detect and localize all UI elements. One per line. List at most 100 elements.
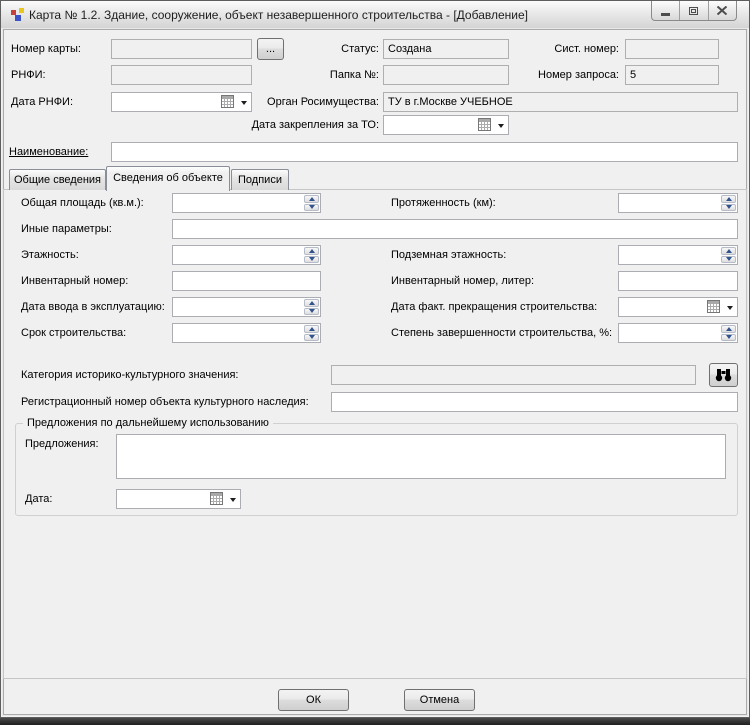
proposals-date-input[interactable]: [117, 490, 208, 508]
tab-object[interactable]: Сведения об объекте: [106, 166, 230, 191]
construction-end-date-picker[interactable]: [618, 297, 738, 317]
folder-label: Папка №:: [329, 69, 379, 81]
dropdown-arrow-icon[interactable]: [498, 124, 504, 128]
down-arrow-icon: [725, 257, 732, 262]
calendar-icon[interactable]: [210, 492, 223, 505]
proposals-textarea[interactable]: [116, 434, 726, 479]
sys-number-field: [625, 39, 719, 59]
underground-floors-input[interactable]: [618, 245, 738, 265]
completion-percent-input[interactable]: [618, 323, 738, 343]
to-date-input[interactable]: [384, 116, 476, 134]
spin-up-button[interactable]: [304, 325, 319, 333]
proposals-date-label: Дата:: [25, 493, 53, 505]
inventory-liter-label: Инвентарный номер, литер:: [391, 275, 535, 287]
name-label: Наименование:: [9, 146, 89, 158]
up-arrow-icon: [308, 300, 315, 305]
spin-up-button[interactable]: [304, 195, 319, 203]
up-arrow-icon: [725, 326, 732, 331]
other-params-field[interactable]: [172, 219, 738, 239]
spin-down-button[interactable]: [721, 333, 736, 341]
window-titlebar[interactable]: Карта № 1.2. Здание, сооружение, объект …: [1, 1, 749, 28]
minimize-icon: [661, 13, 671, 16]
floors-spinner: [172, 245, 321, 265]
spin-up-button[interactable]: [721, 195, 736, 203]
card-number-label: Номер карты:: [11, 43, 81, 55]
down-arrow-icon: [308, 309, 315, 314]
inventory-number-field[interactable]: [172, 271, 321, 291]
app-icon: [10, 7, 26, 23]
dropdown-arrow-icon[interactable]: [727, 306, 733, 310]
construction-end-date-input[interactable]: [619, 298, 705, 316]
total-area-spinner: [172, 193, 321, 213]
organ-label: Орган Росимущества:: [267, 96, 379, 108]
spin-up-button[interactable]: [304, 247, 319, 255]
completion-percent-spinner: [618, 323, 738, 343]
extent-input[interactable]: [618, 193, 738, 213]
dropdown-arrow-icon[interactable]: [230, 498, 236, 502]
proposals-group-title: Предложения по дальнейшему использованию: [23, 417, 273, 429]
spin-down-button[interactable]: [304, 307, 319, 315]
extent-label: Протяженность (км):: [391, 197, 496, 209]
request-number-label: Номер запроса:: [538, 69, 619, 81]
floors-input[interactable]: [172, 245, 321, 265]
spin-down-button[interactable]: [304, 203, 319, 211]
status-label: Статус:: [341, 43, 379, 55]
extent-spinner: [618, 193, 738, 213]
inventory-number-label: Инвентарный номер:: [21, 275, 129, 287]
total-area-input[interactable]: [172, 193, 321, 213]
window-title: Карта № 1.2. Здание, сооружение, объект …: [29, 8, 528, 22]
name-field[interactable]: [111, 142, 738, 162]
tab-general[interactable]: Общие сведения: [9, 169, 106, 190]
other-params-label: Иные параметры:: [21, 223, 112, 235]
floors-label: Этажность:: [21, 249, 79, 261]
down-arrow-icon: [308, 205, 315, 210]
cancel-button[interactable]: Отмена: [404, 689, 475, 711]
spin-up-button[interactable]: [304, 299, 319, 307]
spin-down-button[interactable]: [721, 203, 736, 211]
calendar-icon[interactable]: [707, 300, 720, 313]
spin-down-button[interactable]: [304, 255, 319, 263]
window-controls: [651, 1, 737, 21]
ok-button[interactable]: ОК: [278, 689, 349, 711]
heritage-category-field: [331, 365, 696, 385]
construction-term-spinner: [172, 323, 321, 343]
maximize-icon: [689, 6, 699, 15]
organ-field: [383, 92, 738, 112]
commissioning-date-spinner: [172, 297, 321, 317]
desktop-strip: [0, 718, 750, 725]
total-area-label: Общая площадь (кв.м.):: [21, 197, 144, 209]
dialog-window: Карта № 1.2. Здание, сооружение, объект …: [0, 0, 750, 718]
tab-signatures[interactable]: Подписи: [231, 169, 289, 190]
to-date-picker[interactable]: [383, 115, 509, 135]
rnfi-label: РНФИ:: [11, 69, 46, 81]
calendar-icon[interactable]: [478, 118, 491, 131]
heritage-category-search-button[interactable]: [709, 363, 738, 387]
minimize-button[interactable]: [652, 1, 681, 20]
underground-floors-spinner: [618, 245, 738, 265]
up-arrow-icon: [725, 248, 732, 253]
maximize-button[interactable]: [680, 1, 709, 20]
underground-floors-label: Подземная этажность:: [391, 249, 507, 261]
completion-percent-label: Степень завершенности строительства, %:: [391, 327, 613, 339]
proposals-label: Предложения:: [25, 438, 99, 450]
close-icon: [717, 6, 728, 15]
commissioning-date-input[interactable]: [172, 297, 321, 317]
spin-up-button[interactable]: [721, 247, 736, 255]
construction-term-label: Срок строительства:: [21, 327, 127, 339]
heritage-category-label: Категория историко-культурного значения:: [21, 369, 239, 381]
construction-term-input[interactable]: [172, 323, 321, 343]
proposals-date-picker[interactable]: [116, 489, 241, 509]
spin-down-button[interactable]: [304, 333, 319, 341]
up-arrow-icon: [308, 326, 315, 331]
up-arrow-icon: [308, 196, 315, 201]
spin-down-button[interactable]: [721, 255, 736, 263]
binoculars-icon: [715, 369, 732, 382]
heritage-reg-number-field[interactable]: [331, 392, 738, 412]
up-arrow-icon: [725, 196, 732, 201]
sys-number-label: Сист. номер:: [554, 43, 619, 55]
close-button[interactable]: [709, 1, 736, 20]
inventory-liter-field[interactable]: [618, 271, 738, 291]
rnfi-date-label: Дата РНФИ:: [11, 96, 74, 108]
down-arrow-icon: [308, 335, 315, 340]
spin-up-button[interactable]: [721, 325, 736, 333]
